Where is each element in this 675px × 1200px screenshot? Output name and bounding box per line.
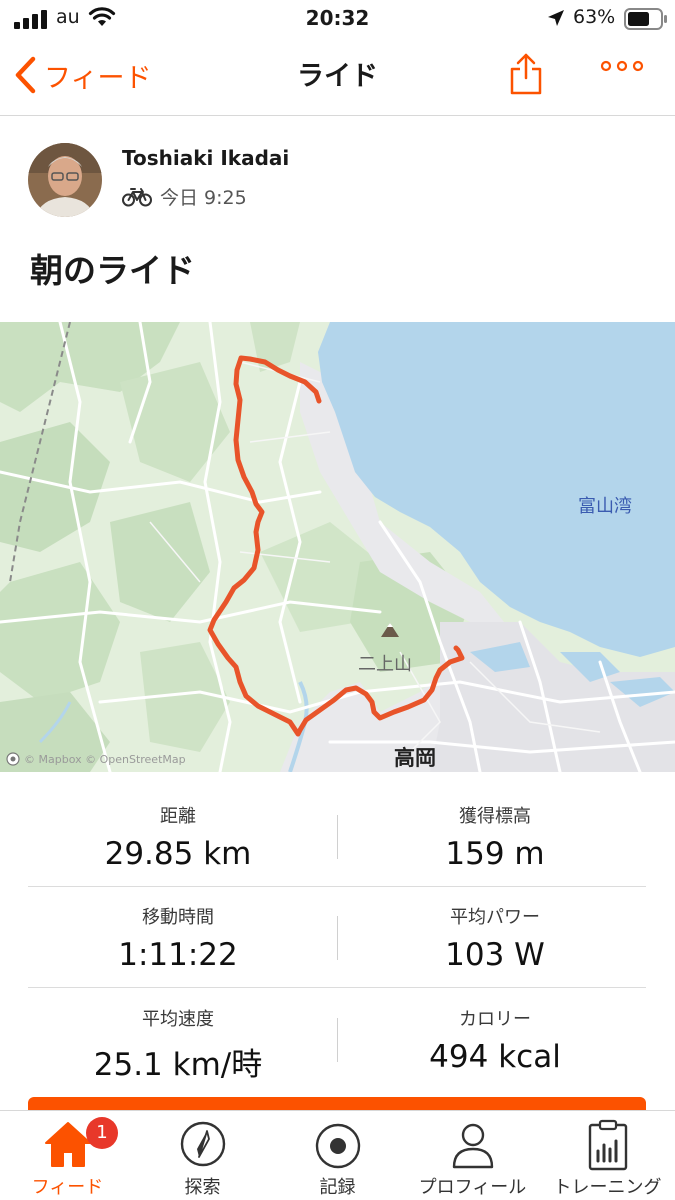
avatar-photo xyxy=(28,143,102,217)
compass-icon xyxy=(180,1121,225,1167)
battery-percent: 63% xyxy=(573,6,616,28)
stat-value: 159 m xyxy=(445,836,545,872)
stat-value: 29.85 km xyxy=(104,836,252,872)
row-divider xyxy=(28,987,646,988)
stat-divider xyxy=(337,1018,338,1062)
location-arrow-icon xyxy=(548,10,564,26)
stat-label: 獲得標高 xyxy=(459,806,531,827)
map-attribution-text: © Mapbox © OpenStreetMap xyxy=(24,752,186,766)
more-options-icon[interactable] xyxy=(600,60,644,72)
mapbox-logo-icon xyxy=(6,752,20,766)
tab-label: トレーニング xyxy=(553,1177,662,1198)
tab-record[interactable]: 記録 xyxy=(270,1111,405,1200)
nav-bar: フィード ライド xyxy=(0,40,675,116)
stat-value: 25.1 km/時 xyxy=(93,1047,263,1083)
stat-avg-speed: 平均速度 25.1 km/時 xyxy=(28,1005,328,1084)
activity-title: 朝のライド xyxy=(30,251,195,290)
tab-label: 探索 xyxy=(184,1177,221,1198)
stat-label: カロリー xyxy=(459,1009,531,1030)
stat-label: 移動時間 xyxy=(142,907,214,928)
tab-feed[interactable]: 1 フィード xyxy=(0,1111,135,1200)
stat-moving-time: 移動時間 1:11:22 xyxy=(28,903,328,973)
stat-label: 平均速度 xyxy=(142,1009,214,1030)
record-icon xyxy=(315,1123,360,1169)
activity-time: 今日 9:25 xyxy=(160,187,247,209)
map-label-mountain: 二上山 xyxy=(358,654,412,675)
map-label-bay: 富山湾 xyxy=(578,496,632,517)
stat-avg-power: 平均パワー 103 W xyxy=(345,903,645,973)
stat-label: 距離 xyxy=(160,806,196,827)
stat-value: 103 W xyxy=(445,937,545,973)
athlete-name[interactable]: Toshiaki Ikadai xyxy=(122,146,289,170)
profile-icon xyxy=(452,1123,493,1169)
tab-bar: 1 フィード 探索 記録 プロフィール トレーニング xyxy=(0,1110,675,1200)
tab-explore[interactable]: 探索 xyxy=(135,1111,270,1200)
map-label-city: 高岡 xyxy=(394,746,436,770)
home-icon xyxy=(44,1122,91,1167)
stat-elevation-gain: 獲得標高 159 m xyxy=(345,802,645,872)
stat-divider xyxy=(337,815,338,859)
tab-profile[interactable]: プロフィール xyxy=(405,1111,540,1200)
stat-label: 平均パワー xyxy=(450,907,540,928)
avatar[interactable] xyxy=(28,143,102,217)
stat-divider xyxy=(337,916,338,960)
battery-icon xyxy=(624,8,667,30)
activity-meta: 今日 9:25 xyxy=(122,183,247,210)
tab-label: プロフィール xyxy=(418,1177,527,1198)
row-divider xyxy=(28,886,646,887)
page-title: ライド xyxy=(297,61,378,92)
share-icon[interactable] xyxy=(508,52,544,96)
map-canvas xyxy=(0,322,675,772)
map-attribution[interactable]: © Mapbox © OpenStreetMap xyxy=(6,752,186,766)
stat-calories: カロリー 494 kcal xyxy=(345,1005,645,1075)
training-icon xyxy=(588,1119,627,1171)
stat-value: 1:11:22 xyxy=(118,937,238,973)
status-bar: au 20:32 63% xyxy=(0,0,675,40)
stat-distance: 距離 29.85 km xyxy=(28,802,328,872)
tab-label: 記録 xyxy=(319,1177,356,1198)
route-map[interactable] xyxy=(0,322,675,772)
tab-label: フィード xyxy=(31,1177,104,1198)
stat-value: 494 kcal xyxy=(429,1039,561,1075)
bicycle-icon xyxy=(122,187,152,206)
notification-badge: 1 xyxy=(86,1117,118,1149)
tab-training[interactable]: トレーニング xyxy=(540,1111,675,1200)
